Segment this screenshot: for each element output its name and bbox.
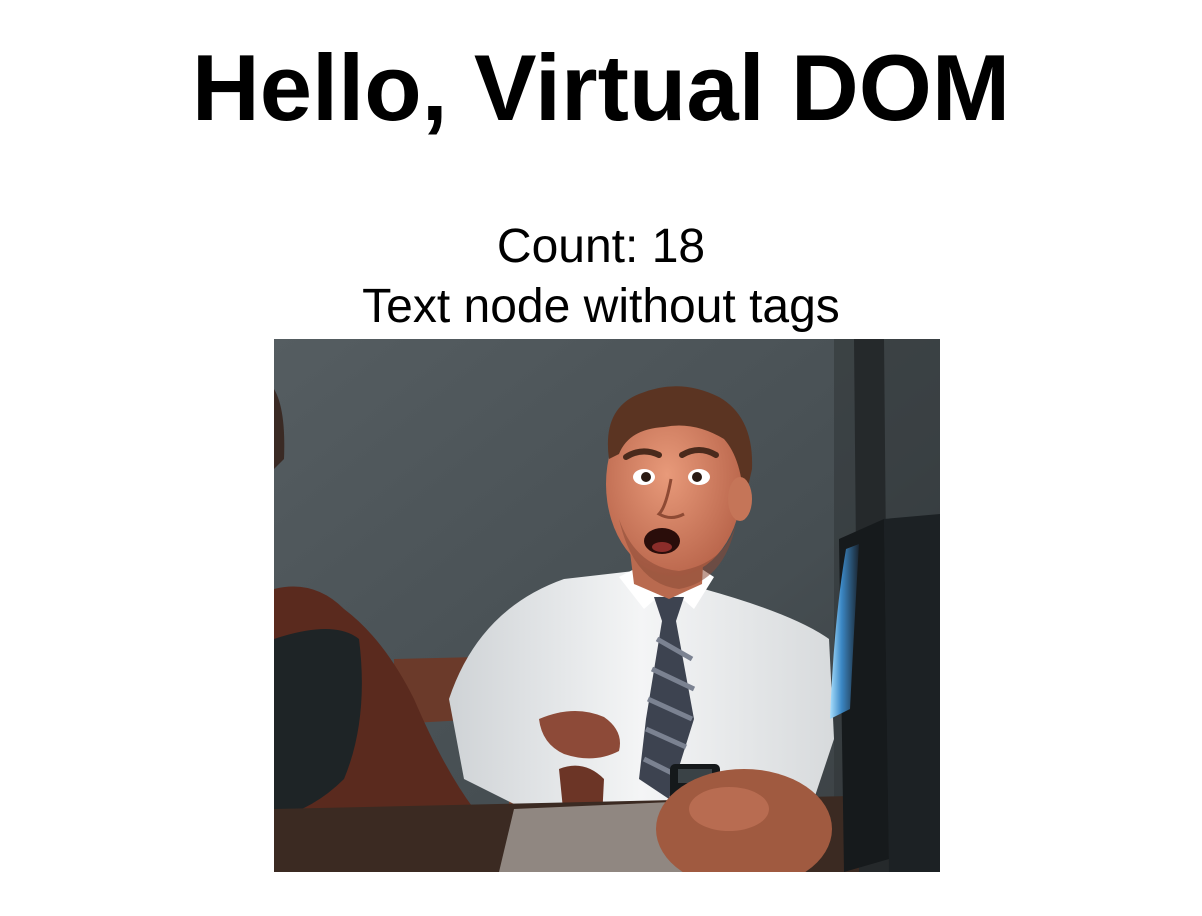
counter-value: 18: [651, 220, 706, 273]
text-node: Text node without tags: [362, 280, 840, 333]
counter: Count: 18: [0, 218, 1202, 276]
counter-label: Count:: [496, 220, 652, 273]
page-title: Hello, Virtual DOM: [191, 35, 1011, 140]
reaction-gif-image: [274, 339, 940, 872]
page: Hello, Virtual DOM Count: 18 Text node w…: [0, 0, 1202, 916]
